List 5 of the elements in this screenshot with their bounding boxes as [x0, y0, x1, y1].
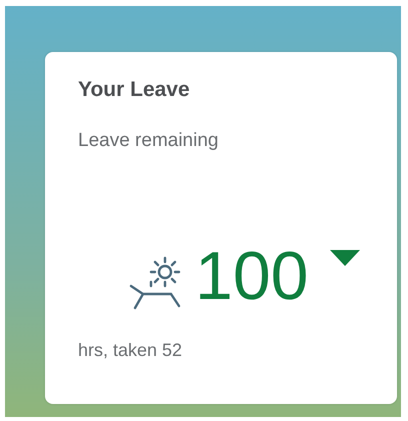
tile-footer: hrs, taken 52	[78, 340, 381, 361]
kpi-value: 100	[195, 242, 308, 310]
tile-card[interactable]: Your Leave Leave remaining 100 hrs, taken 52	[45, 52, 397, 404]
tile-subtitle: Leave remaining	[78, 130, 220, 152]
tile-title: Your Leave	[78, 78, 191, 102]
